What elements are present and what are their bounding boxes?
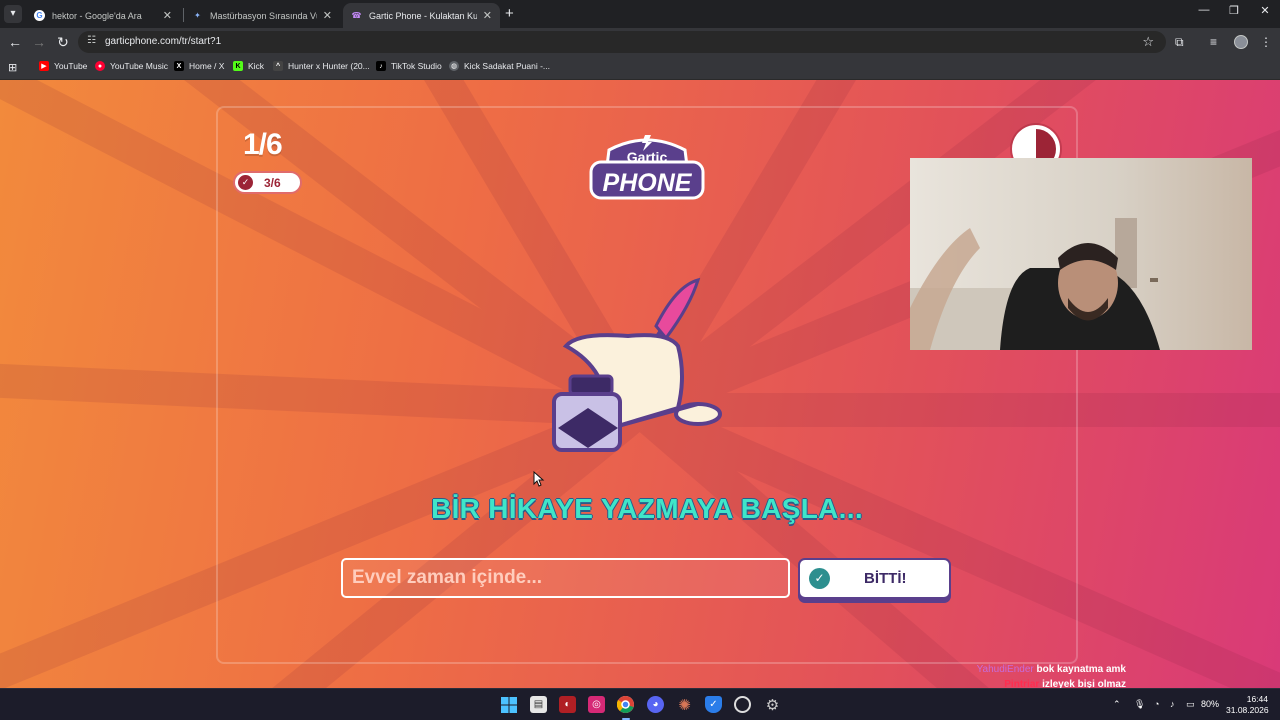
clock-time: 16:44 xyxy=(1246,694,1268,704)
shield-icon[interactable]: ✓ xyxy=(705,696,722,713)
instagram-icon[interactable]: ◎ xyxy=(588,696,605,713)
done-button-label: BİTTİ! xyxy=(864,570,907,587)
close-icon[interactable]: ✕ xyxy=(323,9,332,22)
gartic-phone-page: 1/6 ✓ 3/6 Gartic PHONE BİR HİKAYE YAZMAY… xyxy=(0,80,1280,688)
bookmark-tiktok-studio[interactable]: ♪ TikTok Studio xyxy=(376,61,442,71)
menu-kebab-icon[interactable]: ⋮ xyxy=(1260,35,1272,49)
app-icon[interactable]: ◐ xyxy=(559,696,576,713)
chrome-icon[interactable] xyxy=(617,696,634,713)
bookmark-hunter-x-hunter[interactable]: ^ Hunter x Hunter (20... xyxy=(273,61,370,71)
bookmark-label: Hunter x Hunter (20... xyxy=(288,61,370,71)
players-done-count: 3/6 xyxy=(264,175,281,190)
obs-icon[interactable] xyxy=(734,696,751,713)
reload-icon[interactable]: ↻ xyxy=(54,34,72,51)
chat-message: YahudiEnder bok kaynatma amk xyxy=(960,662,1126,677)
browser-toolbar: ← → ↻ ☷ garticphone.com/tr/start?1 ☆ ⧉ ≡… xyxy=(0,28,1280,56)
tab-strip: ▾ G hektor - Google'da Ara ✕ ✦ Mastürbas… xyxy=(0,0,1280,28)
microphone-icon[interactable]: 🎙︎ xyxy=(1134,699,1145,710)
back-arrow-icon[interactable]: ← xyxy=(6,34,24,50)
bookmarks-bar: ▶ YouTube ● YouTube Music X Home / X K K… xyxy=(0,56,1280,80)
chat-username: Pintriar xyxy=(1004,679,1040,688)
bookmark-label: Kick xyxy=(248,61,265,71)
settings-icon[interactable]: ⚙ xyxy=(764,696,781,714)
webcam-overlay xyxy=(910,158,1252,350)
players-done-badge: ✓ 3/6 xyxy=(233,171,302,194)
windows-start-icon[interactable] xyxy=(500,696,517,713)
extensions-icon[interactable]: ⧉ xyxy=(1175,35,1184,50)
close-icon[interactable]: ✕ xyxy=(483,9,492,22)
mouse-cursor-icon xyxy=(533,471,545,487)
gartic-phone-icon: ☎ xyxy=(351,11,362,20)
done-button[interactable]: ✓ BİTTİ! xyxy=(798,558,951,599)
tab-search-button[interactable]: ▾ xyxy=(4,5,22,23)
gemini-icon: ✦ xyxy=(194,11,201,20)
volume-icon[interactable]: ♪ xyxy=(1170,699,1175,709)
stream-chat-overlay: YahudiEnder bok kaynatma amk Pintriar iz… xyxy=(960,662,1126,688)
site-info-icon[interactable]: ☷ xyxy=(87,35,96,46)
hxh-icon: ^ xyxy=(273,61,283,71)
youtube-icon: ▶ xyxy=(39,61,49,71)
chat-text: bok kaynatma amk xyxy=(1036,664,1127,675)
close-icon[interactable]: ✕ xyxy=(163,9,172,22)
bookmark-x[interactable]: X Home / X xyxy=(174,61,224,71)
media-control-icon[interactable]: ≡ xyxy=(1210,35,1217,49)
new-tab-button[interactable]: + xyxy=(505,5,514,22)
restore-icon[interactable]: ❐ xyxy=(1219,4,1249,17)
chat-message: Pintriar izleyek bişi olmaz xyxy=(960,677,1126,688)
bookmark-label: YouTube xyxy=(54,61,88,71)
bookmark-label: Kick Sadakat Puani -... xyxy=(464,61,550,71)
logo-text-bottom: PHONE xyxy=(603,169,693,197)
bookmark-label: Home / X xyxy=(189,61,225,71)
minimize-icon[interactable]: — xyxy=(1189,4,1219,16)
bookmark-kick-sadakat[interactable]: ◍ Kick Sadakat Puani -... xyxy=(449,61,550,71)
wifi-icon[interactable]: ◔ xyxy=(1154,699,1159,709)
tab-gemini[interactable]: ✦ Mastürbasyon Sırasında Vücutt ✕ xyxy=(184,3,340,28)
profile-avatar[interactable] xyxy=(1234,35,1248,49)
round-counter: 1/6 xyxy=(243,128,283,161)
bookmark-star-icon[interactable]: ☆ xyxy=(1142,34,1154,50)
address-bar[interactable]: ☷ garticphone.com/tr/start?1 ☆ xyxy=(78,31,1166,53)
tab-title: Mastürbasyon Sırasında Vücutt xyxy=(210,10,317,21)
tray-chevron-icon[interactable]: ⌃ xyxy=(1113,699,1121,710)
bookmark-label: YouTube Music xyxy=(110,61,168,71)
chat-username: YahudiEnder xyxy=(976,664,1034,675)
check-icon: ✓ xyxy=(809,568,830,589)
windows-taskbar: ▤ ◐ ◎ ◕ ✺ ✓ ⚙ ⌃ 🎙︎ ◔ ♪ ▭ 80% 16:44 31.08… xyxy=(0,688,1280,720)
close-window-icon[interactable]: ✕ xyxy=(1250,4,1280,17)
file-explorer-icon[interactable]: ▤ xyxy=(530,696,547,713)
bookmark-youtube[interactable]: ▶ YouTube xyxy=(39,61,87,71)
story-input[interactable] xyxy=(341,558,790,598)
discord-icon[interactable]: ◕ xyxy=(647,696,664,713)
tab-title: hektor - Google'da Ara xyxy=(52,10,142,21)
system-clock[interactable]: 16:44 31.08.2026 xyxy=(1226,694,1269,716)
x-icon: X xyxy=(174,61,184,71)
tab-gartic-phone[interactable]: ☎ Gartic Phone - Kulaktan Kulağa ✕ xyxy=(343,3,500,28)
tab-google-search[interactable]: G hektor - Google'da Ara ✕ xyxy=(26,3,180,28)
youtube-music-icon: ● xyxy=(95,61,105,71)
logo-text-top: Gartic xyxy=(627,149,668,165)
forward-arrow-icon[interactable]: → xyxy=(30,34,48,50)
bookmark-label: TikTok Studio xyxy=(391,61,442,71)
prompt-heading: BİR HİKAYE YAZMAYA BAŞLA... xyxy=(431,493,863,524)
tab-title: Gartic Phone - Kulaktan Kulağa xyxy=(369,10,477,21)
tiktok-icon: ♪ xyxy=(376,61,386,71)
kick-icon: K xyxy=(233,61,243,71)
battery-percent: 80% xyxy=(1201,699,1220,709)
url-text[interactable]: garticphone.com/tr/start?1 xyxy=(105,36,221,47)
scroll-and-ink-illustration xyxy=(548,276,728,461)
bookmark-kick[interactable]: K Kick xyxy=(233,61,264,71)
globe-icon: ◍ xyxy=(449,61,459,71)
apps-grid-icon[interactable]: ⊞ xyxy=(8,61,17,74)
gartic-phone-logo: Gartic PHONE xyxy=(587,132,707,209)
chat-text: izleyek bişi olmaz xyxy=(1042,679,1126,688)
check-icon: ✓ xyxy=(238,175,253,190)
clock-date: 31.08.2026 xyxy=(1226,705,1269,715)
bookmark-youtube-music[interactable]: ● YouTube Music xyxy=(95,61,168,71)
battery-icon[interactable]: ▭ xyxy=(1186,699,1195,710)
google-icon: G xyxy=(34,10,45,21)
claude-icon[interactable]: ✺ xyxy=(676,696,693,714)
